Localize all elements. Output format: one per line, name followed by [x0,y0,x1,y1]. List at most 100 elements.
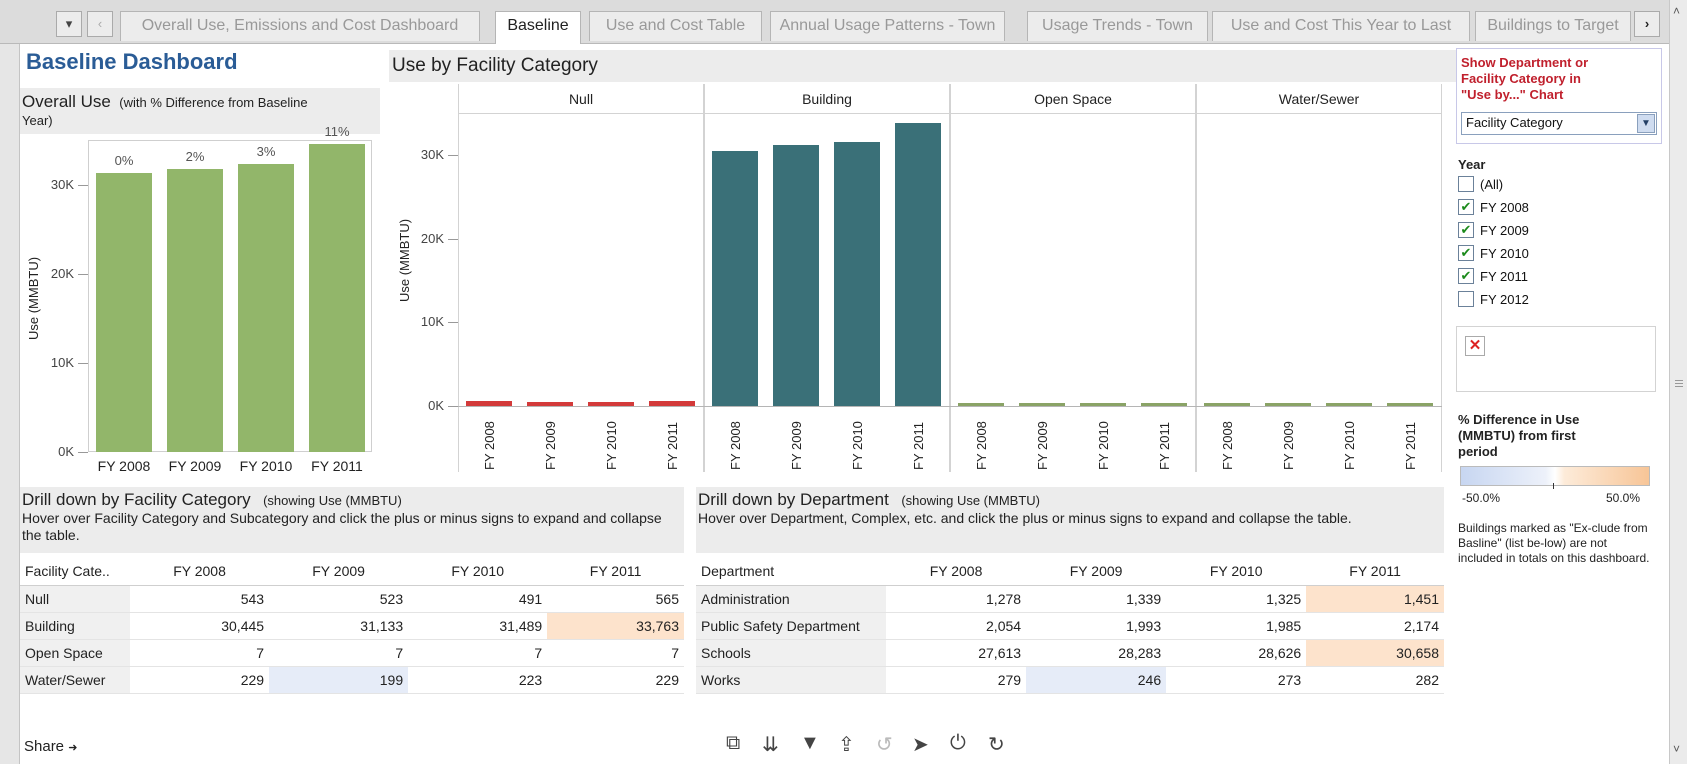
year-option[interactable]: (All) [1458,175,1628,195]
pointer-icon[interactable]: ➤ [912,732,929,757]
row-label: Schools [696,639,886,667]
table-cell: 543 [130,585,270,613]
chevron-left-icon: ‹ [97,16,103,31]
tab-baseline[interactable]: Baseline [495,11,581,44]
overall-xtick: FY 2009 [168,458,222,474]
chevron-down-icon[interactable]: ▼ [1637,114,1655,133]
facility-xtick: FY 2008 [482,421,497,470]
overall-ytick: 30K [50,176,74,192]
year-option[interactable]: ✔ FY 2010 [1458,244,1628,264]
tab-annual-usage-patterns[interactable]: Annual Usage Patterns - Town [770,11,1005,41]
facility-ytick-mark [448,322,458,324]
tab-use-cost-this-year[interactable]: Use and Cost This Year to Last [1212,11,1470,41]
show-category-label: Show Department or Facility Category in … [1461,55,1589,102]
table-cell: 30,658 [1306,639,1444,667]
year-option-label: (All) [1480,177,1504,192]
table-cell: 2,174 [1306,612,1444,640]
drill-dept-help: Hover over Department, Complex, etc. and… [698,510,1352,526]
overall-ytick-mark [78,362,88,364]
table-row: Works 279 246 273 282 [696,666,1444,694]
table-header-cell: FY 2009 [1026,558,1167,586]
year-option[interactable]: ✔ FY 2011 [1458,267,1628,287]
facility-xtick: FY 2009 [543,421,558,470]
filter-icon[interactable]: ▼ [800,732,820,755]
share-link[interactable]: Share ➜ [24,738,77,755]
table-cell: 30,445 [130,612,270,640]
facility-xtick: FY 2011 [1157,422,1172,470]
overall-data-label: 0% [114,153,134,169]
undo-icon[interactable]: ↺ [876,732,893,757]
overall-ytick-mark [78,273,88,275]
year-checkbox[interactable]: ✔ [1458,245,1474,261]
facility-xtick: FY 2011 [911,422,926,470]
tab-menu-button[interactable]: ▾ [56,11,82,37]
table-cell: 246 [1026,666,1167,694]
year-option[interactable]: FY 2012 [1458,290,1628,310]
scroll-down-icon[interactable]: ˅ [1673,742,1680,756]
table-header-cell: FY 2008 [130,558,270,586]
facility-ytick-mark [448,154,458,156]
table-row: Open Space 7 7 7 7 [20,639,684,667]
year-option[interactable]: ✔ FY 2009 [1458,221,1628,241]
row-label: Null [20,585,130,613]
tab-use-and-cost-table[interactable]: Use and Cost Table [589,11,762,41]
year-checkbox[interactable]: ✔ [1458,199,1474,215]
facility-xtick: FY 2009 [1281,421,1296,470]
facility-panel [458,84,704,472]
tab-bar: ▾ ‹ Overall Use, Emissions and Cost Dash… [0,0,1687,44]
drill-dept-title: Drill down by Department [698,490,889,509]
table-cell: 229 [130,666,270,694]
table-cell: 2,054 [886,612,1027,640]
sort-icon[interactable]: ⇊ [762,732,779,757]
table-header-cell: FY 2011 [547,558,684,586]
drill-dept-note: (showing Use (MMBTU) [901,493,1040,508]
table-header-cell: FY 2011 [1306,558,1444,586]
year-checkbox[interactable] [1458,176,1474,192]
tab-next-button[interactable]: › [1634,11,1660,37]
facility-xtick: FY 2011 [665,422,680,470]
legend-min: -50.0% [1462,491,1501,505]
table-cell: 28,626 [1166,639,1307,667]
facility-xtick: FY 2010 [850,421,865,470]
facility-panel-header: Null [568,91,594,107]
table-cell: 282 [1306,666,1444,694]
refresh-icon[interactable]: ↻ [988,732,1005,757]
facility-panel-header: Building [802,91,852,107]
scroll-up-icon[interactable]: ˄ [1673,4,1680,18]
legend-max: 50.0% [1606,491,1641,505]
tab-overall-dashboard[interactable]: Overall Use, Emissions and Cost Dashboar… [120,11,480,41]
year-option[interactable]: ✔ FY 2008 [1458,198,1628,218]
year-checkbox[interactable]: ✔ [1458,268,1474,284]
drill-facility-header: Drill down by Facility Category (showing… [20,487,684,553]
year-option-label: FY 2010 [1480,246,1529,261]
zoom-icon[interactable]: ⧉ [726,732,740,755]
export-icon[interactable]: ⇪ [838,732,855,757]
table-cell: 33,763 [547,612,684,640]
tab-buildings-to-target[interactable]: Buildings to Target [1475,11,1631,41]
table-cell: 229 [547,666,684,694]
color-legend-bar [1460,466,1650,486]
table-cell: 1,325 [1166,585,1307,613]
broken-image-icon: ✕ [1465,336,1485,356]
row-label: Administration [696,585,886,613]
chevron-down-icon: ▾ [65,16,73,31]
table-cell: 1,451 [1306,585,1444,613]
facility-ytick-mark [448,406,458,407]
year-option-label: FY 2009 [1480,223,1529,238]
category-select[interactable]: Facility Category ▼ [1461,112,1657,135]
table-row: Schools 27,613 28,283 28,626 30,658 [696,639,1444,667]
vertical-scrollbar[interactable]: ˄ ˅ [1669,0,1687,764]
pause-icon[interactable]: ⏻ [950,732,966,755]
table-cell: 7 [269,639,409,667]
facility-bar [712,151,758,406]
year-checkbox[interactable] [1458,291,1474,307]
facility-xtick: FY 2011 [1403,422,1418,470]
year-option-label: FY 2008 [1480,200,1529,215]
tab-prev-button[interactable]: ‹ [87,11,113,37]
exclusion-note: Buildings marked as "Ex-clude from Basli… [1458,521,1650,565]
table-cell: 273 [1166,666,1307,694]
overall-ytick-mark [78,452,88,453]
table-cell: 28,283 [1026,639,1167,667]
year-checkbox[interactable]: ✔ [1458,222,1474,238]
tab-usage-trends[interactable]: Usage Trends - Town [1027,11,1208,41]
